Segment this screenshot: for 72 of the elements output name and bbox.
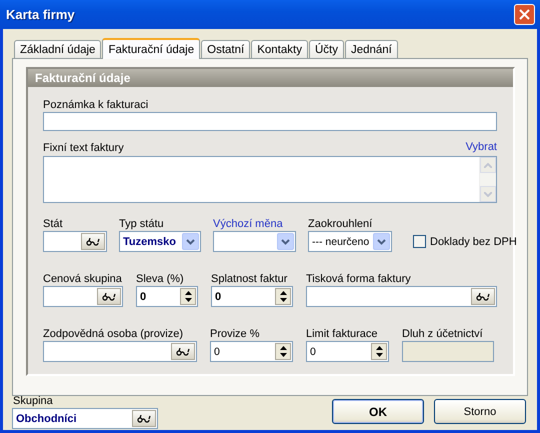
dropdown-button[interactable] [182,233,199,250]
chevron-up-icon [484,162,492,168]
dialog-button[interactable]: OK [332,399,424,424]
spin-buttons[interactable] [275,288,291,305]
field-label: Poznámka k fakturaci [43,98,150,112]
field-value: 0 [139,290,148,302]
field-label: Cenová skupina [43,272,123,286]
lookup-button[interactable] [97,288,121,305]
field-value: 0 [309,346,317,358]
number-field[interactable]: 0 [136,286,198,307]
chevron-down-icon [281,238,290,244]
field-value: 0 [214,290,222,302]
dropdown-field[interactable] [213,231,296,252]
field-label: Zaokrouhlení [308,217,374,231]
glasses-icon [176,348,190,356]
field-label: Splatnost faktur [211,272,288,286]
close-icon [519,9,530,20]
tab[interactable]: Základní údaje [14,40,102,58]
tab[interactable]: Kontakty [251,40,308,58]
field-label: Typ státu [119,217,165,231]
field-label: Tisková forma faktury [306,272,412,286]
dropdown-field[interactable]: --- neurčeno [308,231,392,252]
number-field[interactable]: 0 [211,286,293,307]
tab[interactable]: Jednání [344,40,398,58]
checkbox[interactable] [413,235,426,248]
select-link[interactable]: Vybrat [466,141,497,155]
number-field[interactable]: 0 [210,341,293,362]
chevron-down-icon [186,238,195,244]
lookup-button[interactable] [171,343,195,360]
tab[interactable]: Ostatní [201,40,250,58]
glasses-icon [137,414,151,422]
field-value: Tuzemsko [122,236,177,248]
field-label: Sleva (%) [136,272,185,286]
group-title: Fakturační údaje [28,69,513,87]
tab[interactable]: Fakturační údaje [102,38,200,59]
dropdown-field[interactable]: Tuzemsko [119,231,201,252]
field-label: Dluh z účetnictví [402,327,484,341]
window-title: Karta firmy [6,7,75,22]
dropdown-button[interactable] [373,233,390,250]
field-label: Fixní text faktury [43,141,124,155]
field-label: Provize % [210,327,261,341]
tab[interactable]: Účty [308,40,344,58]
field-value: 0 [213,346,221,358]
field-label: Skupina [12,394,54,408]
field-label: Stát [43,217,64,231]
input-field[interactable] [43,112,497,131]
chevron-down-icon [377,238,386,244]
field-label: Zodpovědná osoba (provize) [43,327,184,341]
field-label: Výchozí měna [213,217,284,231]
number-field[interactable]: 0 [306,341,389,362]
dropdown-button[interactable] [277,233,294,250]
field-label: Limit fakturace [306,327,379,341]
spin-buttons[interactable] [180,288,196,305]
lookup-button[interactable] [471,288,495,305]
close-button[interactable] [514,4,535,25]
spin-buttons[interactable] [275,343,291,360]
lookup-button[interactable] [132,410,156,427]
dialog-button[interactable]: Storno [434,399,526,424]
checkbox-label: Doklady bez DPH [430,236,517,248]
lookup-field[interactable] [43,341,197,362]
lookup-field[interactable]: Obchodníci [12,408,158,429]
glasses-icon [476,292,490,300]
glasses-icon [102,292,116,300]
lookup-field[interactable] [43,286,123,307]
glasses-icon [86,238,100,246]
lookup-field[interactable] [306,286,497,307]
lookup-field[interactable] [43,231,107,252]
field-value: --- neurčeno [311,236,370,248]
field-value: Obchodníci [15,412,78,424]
spin-buttons[interactable] [371,343,387,360]
chevron-down-icon [484,192,492,196]
lookup-button[interactable] [81,233,105,250]
